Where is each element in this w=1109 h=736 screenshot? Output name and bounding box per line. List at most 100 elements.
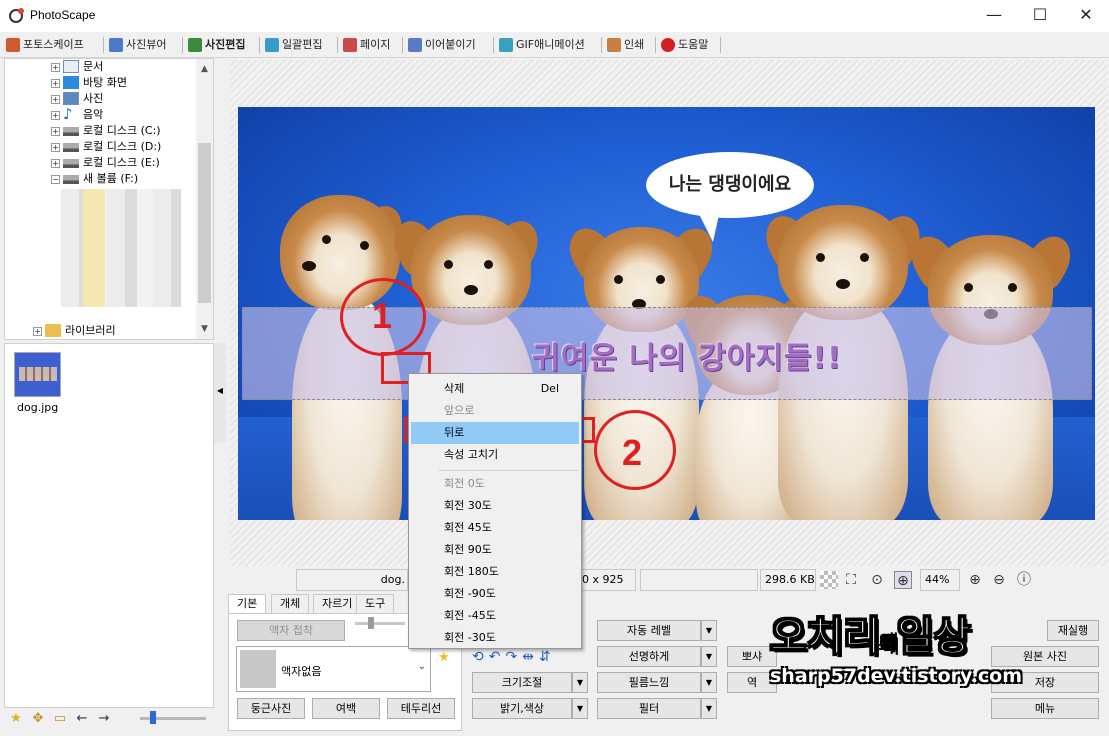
tab-batch[interactable]: 일괄편집 [263, 35, 322, 55]
music-icon: ♪ [63, 105, 73, 123]
frame-slider-knob[interactable] [368, 617, 374, 629]
tab-viewer[interactable]: 사진뷰어 [107, 35, 166, 55]
frame-label: 액자없음 [281, 665, 322, 678]
file-name[interactable]: dog.jpg [17, 401, 58, 414]
menu-item-rotate-45[interactable]: 회전 45도 [411, 517, 579, 539]
combine-icon [408, 38, 422, 52]
brightness-button[interactable]: 밝기,색상 [472, 698, 572, 719]
folder-tools-icon[interactable]: ✥ [30, 711, 46, 727]
app-logo-icon [9, 8, 24, 23]
frame-slider[interactable] [355, 622, 405, 625]
resize-dropdown-icon[interactable]: ▼ [572, 672, 588, 693]
tab-object[interactable]: 개체 [271, 594, 310, 614]
status-dimensions: 0 x 925 [578, 569, 636, 591]
resize-button[interactable]: 크기조절 [472, 672, 572, 693]
title-bar: PhotoScape — ☐ ✕ [0, 0, 1109, 32]
annotation-number-1: 1 [372, 295, 393, 336]
auto-level-button[interactable]: 자동 레벨 [597, 620, 701, 641]
tab-photoscape[interactable]: 포토스케이프 [4, 35, 84, 55]
status-filename: dog. [296, 569, 408, 591]
print-icon [607, 38, 621, 52]
menu-item-send-backward[interactable]: 뒤로 [411, 422, 579, 444]
frame-attach-button[interactable]: 액자 접착 [237, 620, 345, 641]
drive-icon [63, 143, 79, 152]
star-icon[interactable]: ★ [438, 650, 450, 665]
menu-item-rotate-180[interactable]: 회전 180도 [411, 561, 579, 583]
frame-select[interactable]: 액자없음 ⌄ [236, 646, 431, 692]
tab-page[interactable]: 페이지 [341, 35, 390, 55]
menu-item-rotate-neg30[interactable]: 회전 -30도 [411, 627, 579, 649]
tab-editor[interactable]: 사진편집 [186, 35, 245, 55]
tab-label: 사진편집 [205, 38, 246, 51]
menu-item-rotate-neg90[interactable]: 회전 -90도 [411, 583, 579, 605]
favorite-star-icon[interactable]: ★ [8, 711, 24, 727]
tab-label: GIF애니메이션 [516, 38, 585, 51]
status-zoom: 44% [920, 569, 960, 591]
menu-item-bring-forward[interactable]: 앞으로 [411, 400, 579, 422]
menu-item-rotate-30[interactable]: 회전 30도 [411, 495, 579, 517]
drive-icon [63, 127, 79, 136]
auto-level-dropdown-icon[interactable]: ▼ [701, 620, 717, 641]
film-effect-button[interactable]: 필름느낌 [597, 672, 701, 693]
tab-crop[interactable]: 자르기 [313, 594, 362, 614]
gif-icon [499, 38, 513, 52]
filter-button[interactable]: 필터 [597, 698, 701, 719]
rotate-flip-icons[interactable]: ⟲↶↷⇹⇵ [472, 649, 582, 667]
window-title: PhotoScape [30, 8, 96, 22]
folder-tree[interactable]: + 문서 + 바탕 화면 + 사진 + ♪ 음악 + 로컬 디스크 (C:) + 로컬 디스크… [4, 58, 214, 340]
photoscape-window: PhotoScape — ☐ ✕ 포토스케이프 사진뷰어 사진편집 일괄편집 페… [0, 0, 1109, 736]
menu-button[interactable]: 메뉴 [991, 698, 1099, 719]
tab-basic[interactable]: 기본 [228, 594, 267, 614]
menu-item-delete[interactable]: 삭제 Del [411, 378, 579, 400]
back-arrow-icon[interactable]: ← [74, 711, 90, 727]
close-button[interactable]: ✕ [1063, 0, 1109, 32]
tab-label: 사진뷰어 [126, 38, 167, 51]
margin-button[interactable]: 여백 [312, 698, 380, 719]
status-filesize: 298.6 KB [760, 569, 816, 591]
menu-item-rotate-0[interactable]: 회전 0도 [411, 473, 579, 495]
round-photo-button[interactable]: 둥근사진 [237, 698, 305, 719]
tab-combine[interactable]: 이어붙이기 [406, 35, 476, 55]
slider-knob[interactable] [150, 711, 156, 724]
scroll-thumb[interactable] [198, 143, 211, 303]
context-menu: 삭제 Del 앞으로 뒤로 속성 고치기 회전 0도 회전 30도 회전 45도 … [408, 373, 582, 649]
film-effect-dropdown-icon[interactable]: ▼ [701, 672, 717, 693]
zoom-in-icon[interactable]: ⊕ [966, 571, 984, 589]
annotation-number-2: 2 [622, 432, 643, 473]
tree-scrollbar[interactable]: ▲ ▼ [196, 59, 213, 339]
scroll-down-icon[interactable]: ▼ [196, 321, 213, 337]
tab-tools[interactable]: 도구 [356, 594, 395, 614]
open-folder-icon[interactable]: ▭ [52, 711, 68, 727]
minimize-button[interactable]: — [971, 0, 1017, 32]
menu-item-rotate-90[interactable]: 회전 90도 [411, 539, 579, 561]
tab-print[interactable]: 인쇄 [605, 35, 644, 55]
drive-icon [63, 175, 79, 184]
fit-screen-icon[interactable]: ⛶ [842, 571, 860, 589]
status-empty [640, 569, 758, 591]
tab-gif[interactable]: GIF애니메이션 [497, 35, 585, 55]
photoscape-icon [6, 38, 20, 52]
info-icon[interactable]: ⓘ [1015, 571, 1033, 589]
forward-arrow-icon[interactable]: → [96, 711, 112, 727]
watermark-url: sharp57dev.tistory.com [770, 665, 1022, 687]
collapse-arrow-icon[interactable]: ◀ [214, 386, 226, 395]
drive-icon [63, 159, 79, 168]
sharpen-button[interactable]: 선명하게 [597, 646, 701, 667]
tab-label: 페이지 [360, 38, 391, 51]
menu-item-edit-properties[interactable]: 속성 고치기 [411, 444, 579, 466]
sharpen-dropdown-icon[interactable]: ▼ [701, 646, 717, 667]
fit-window-icon[interactable]: ⊕ [894, 571, 912, 589]
file-thumbnail[interactable] [14, 352, 61, 397]
zoom-out-icon[interactable]: ⊖ [990, 571, 1008, 589]
brightness-dropdown-icon[interactable]: ▼ [572, 698, 588, 719]
file-list[interactable]: dog.jpg [4, 343, 214, 708]
blurred-folders [61, 189, 181, 307]
menu-item-rotate-neg45[interactable]: 회전 -45도 [411, 605, 579, 627]
transparency-icon[interactable] [820, 571, 838, 589]
tab-help[interactable]: 도움말 [659, 35, 708, 55]
actual-size-icon[interactable]: ⊙ [868, 571, 886, 589]
maximize-button[interactable]: ☐ [1017, 0, 1063, 32]
scroll-up-icon[interactable]: ▲ [196, 61, 213, 77]
border-line-button[interactable]: 테두리선 [387, 698, 455, 719]
filter-dropdown-icon[interactable]: ▼ [701, 698, 717, 719]
